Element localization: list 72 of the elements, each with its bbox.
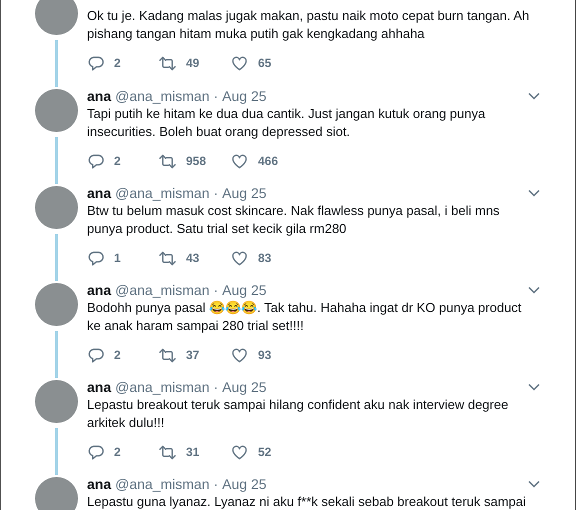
reply-count: 1 — [114, 251, 121, 265]
thread-line — [55, 40, 58, 87]
chevron-down-icon[interactable] — [528, 92, 540, 100]
avatar-circle[interactable] — [35, 89, 78, 132]
heart-icon[interactable] — [231, 444, 248, 460]
tweet-text: Tapi putih ke hitam ke dua dua cantik. Just jangan kutuk orang punya insecurities. Boleh buat orang depressed siot. — [87, 105, 486, 141]
heart-icon[interactable] — [231, 54, 248, 72]
thread-line — [55, 137, 58, 184]
retweet-count: 49 — [186, 56, 200, 70]
user-name[interactable]: ana — [87, 379, 112, 395]
chevron-down-icon[interactable] — [528, 286, 540, 294]
thread-line — [55, 234, 58, 281]
avatar-circle[interactable] — [35, 477, 78, 510]
chevron-down-icon[interactable] — [528, 480, 540, 488]
heart-icon[interactable] — [231, 152, 248, 170]
reply-count: 2 — [114, 154, 121, 168]
user-name[interactable]: ana — [87, 88, 112, 104]
retweet-count: 37 — [186, 348, 200, 362]
thread-line — [55, 331, 58, 378]
retweet-count: 31 — [186, 445, 200, 459]
avatar-circle[interactable] — [35, 380, 78, 423]
heart-icon[interactable] — [231, 346, 248, 364]
retweet-count: 43 — [186, 251, 200, 265]
tweet-text: Lepastu guna lyanaz. Lyanaz ni aku f**k sekali sebab breakout teruk sampai — [87, 493, 527, 510]
like-count: 52 — [258, 445, 272, 459]
reply-count: 2 — [114, 348, 121, 362]
retweet-icon[interactable] — [159, 152, 176, 170]
tweet-text: Ok tu je. Kadang malas jugak makan, pastu naik moto cepat burn tangan. Ah pishang tangan hitam muka putih gak kengkadang ahhaha — [87, 7, 530, 43]
reply-count: 2 — [114, 56, 121, 70]
retweet-icon[interactable] — [159, 54, 176, 72]
chevron-down-icon[interactable] — [528, 189, 540, 197]
reply-icon[interactable] — [87, 54, 104, 72]
tweet-date[interactable]: Aug 25 — [222, 282, 267, 298]
like-count: 466 — [258, 154, 278, 168]
avatar-circle[interactable] — [35, 0, 78, 35]
tweet-date[interactable]: Aug 25 — [222, 379, 267, 395]
user-name[interactable]: ana — [87, 282, 112, 298]
user-handle[interactable]: @ana_misman — [115, 282, 210, 298]
reply-icon[interactable] — [87, 346, 104, 364]
avatar-circle[interactable] — [35, 186, 78, 229]
user-handle[interactable]: @ana_misman — [115, 185, 210, 201]
retweet-icon[interactable] — [159, 444, 176, 460]
like-count: 93 — [258, 348, 272, 362]
separator-dot: · — [214, 379, 218, 395]
user-handle[interactable]: @ana_misman — [115, 379, 210, 395]
tweet-date[interactable]: Aug 25 — [222, 476, 267, 492]
user-name[interactable]: ana — [87, 185, 112, 201]
separator-dot: · — [214, 476, 218, 492]
reply-icon[interactable] — [87, 444, 104, 460]
thread-line — [55, 428, 58, 475]
avatar-circle[interactable] — [35, 283, 78, 326]
separator-dot: · — [214, 88, 218, 104]
tweet-date[interactable]: Aug 25 — [222, 88, 267, 104]
retweet-icon[interactable] — [159, 250, 176, 266]
tweet-text: Bodohh punya pasal 😂😂😂. Tak tahu. Hahaha ingat dr KO punya product ke anak haram sampai 280 trial set!!!! — [87, 299, 522, 335]
tweet-text: Lepastu breakout teruk sampai hilang confident aku nak interview degree arkitek dulu!!! — [87, 396, 510, 432]
chevron-down-icon[interactable] — [528, 383, 540, 391]
like-count: 65 — [258, 56, 272, 70]
tweet-text: Btw tu belum masuk cost skincare. Nak flawless punya pasal, i beli mns punya product. Satu trial set kecik gila rm280 — [87, 202, 501, 238]
like-count: 83 — [258, 251, 272, 265]
tweet-date[interactable]: Aug 25 — [222, 185, 267, 201]
retweet-icon[interactable] — [159, 346, 176, 364]
user-name[interactable]: ana — [87, 476, 112, 492]
user-handle[interactable]: @ana_misman — [115, 476, 210, 492]
retweet-count: 958 — [186, 154, 206, 168]
separator-dot: · — [214, 282, 218, 298]
user-handle[interactable]: @ana_misman — [115, 88, 210, 104]
reply-icon[interactable] — [87, 250, 104, 266]
reply-count: 2 — [114, 445, 121, 459]
reply-icon[interactable] — [87, 152, 104, 170]
heart-icon[interactable] — [231, 250, 248, 266]
separator-dot: · — [214, 185, 218, 201]
